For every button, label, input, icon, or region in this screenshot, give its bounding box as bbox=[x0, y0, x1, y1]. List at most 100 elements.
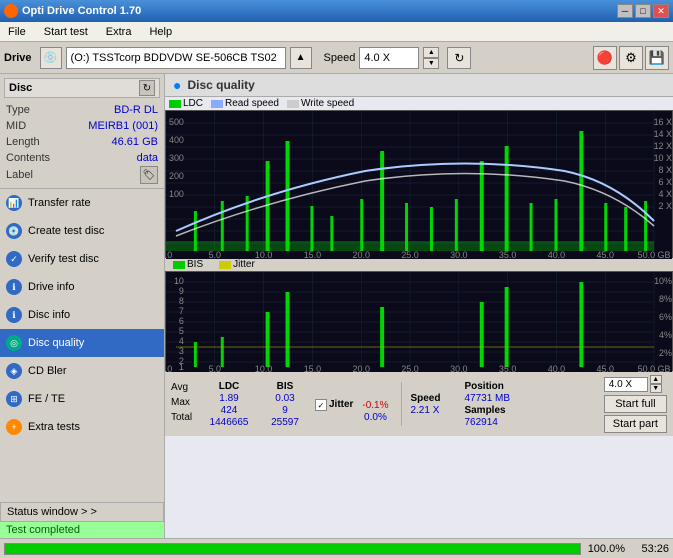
transfer-rate-icon: 📊 bbox=[6, 195, 22, 211]
disc-info-icon: ℹ bbox=[6, 307, 22, 323]
maximize-button[interactable]: □ bbox=[635, 4, 651, 18]
drive-select[interactable]: (O:) TSSTcorp BDDVDW SE-506CB TS02 bbox=[66, 47, 286, 69]
drivebar: Drive 💿 (O:) TSSTcorp BDDVDW SE-506CB TS… bbox=[0, 42, 673, 74]
speed-dropdown-arrow[interactable]: ▲ ▼ bbox=[650, 375, 662, 393]
sidebar-item-disc-info-label: Disc info bbox=[28, 309, 70, 321]
sidebar-item-transfer-rate-label: Transfer rate bbox=[28, 197, 91, 209]
stats-bis-total: 25597 bbox=[259, 417, 311, 428]
refresh-button[interactable]: ↻ bbox=[447, 47, 471, 69]
sidebar-menu: 📊 Transfer rate 💿 Create test disc ✓ Ver… bbox=[0, 189, 164, 502]
stats-total-label: Total bbox=[171, 412, 199, 426]
sidebar-item-transfer-rate[interactable]: 📊 Transfer rate bbox=[0, 189, 164, 217]
close-button[interactable]: ✕ bbox=[653, 4, 669, 18]
disc-label-button[interactable]: 🏷 bbox=[140, 166, 158, 184]
stats-bis-col: BIS 0.03 9 25597 bbox=[259, 381, 311, 428]
sidebar-item-drive-info-label: Drive info bbox=[28, 281, 74, 293]
svg-text:4%: 4% bbox=[659, 330, 672, 340]
start-part-button[interactable]: Start part bbox=[604, 415, 667, 433]
menu-file[interactable]: File bbox=[4, 25, 30, 39]
bis-chart: 10% 8% 6% 4% 2% 10 9 8 7 6 5 4 3 2 bbox=[165, 271, 673, 371]
toolbar-icons: 🔴 ⚙ 💾 bbox=[593, 46, 669, 70]
svg-text:400: 400 bbox=[169, 135, 184, 145]
create-test-disc-icon: 💿 bbox=[6, 223, 22, 239]
main-area: Disc ↻ Type BD-R DL MID MEIRB1 (001) Len… bbox=[0, 74, 673, 538]
legend-read-speed: Read speed bbox=[211, 98, 279, 109]
disc-type-label: Type bbox=[6, 102, 30, 118]
speed-spinner[interactable]: ▲ ▼ bbox=[423, 47, 439, 69]
stats-samples-header: Samples bbox=[464, 405, 534, 416]
disc-length-row: Length 46.61 GB bbox=[4, 134, 160, 150]
sidebar-item-cd-bler[interactable]: ◈ CD Bler bbox=[0, 357, 164, 385]
legend-bis: BIS bbox=[173, 259, 203, 270]
ldc-chart: 16 X 14 X 12 X 10 X 8 X 6 X 4 X 2 X 500 … bbox=[165, 110, 673, 258]
svg-text:8%: 8% bbox=[659, 294, 672, 304]
sidebar-item-verify-label: Verify test disc bbox=[28, 253, 99, 265]
disc-refresh-button[interactable]: ↻ bbox=[139, 80, 155, 96]
sidebar-item-disc-info[interactable]: ℹ Disc info bbox=[0, 301, 164, 329]
sidebar-item-extra-tests-label: Extra tests bbox=[28, 421, 80, 433]
bis-color-swatch bbox=[173, 261, 185, 269]
svg-text:30.0: 30.0 bbox=[450, 364, 467, 372]
jitter-checkbox[interactable]: ✓ bbox=[315, 399, 327, 411]
legend-write-speed: Write speed bbox=[287, 98, 354, 109]
statusbar: 100.0% 53:26 bbox=[0, 538, 673, 558]
chart-legend-top: LDC Read speed Write speed bbox=[165, 97, 673, 110]
sidebar-item-disc-quality[interactable]: ◎ Disc quality bbox=[0, 329, 164, 357]
speed-down-button[interactable]: ▼ bbox=[423, 58, 439, 69]
svg-text:6%: 6% bbox=[659, 312, 672, 322]
stats-ldc-total: 1446665 bbox=[203, 417, 255, 428]
stats-ldc-col: LDC 1.89 424 1446665 bbox=[203, 381, 255, 428]
speed-dropdown[interactable]: 4.0 X bbox=[604, 377, 648, 392]
stats-position-header: Position bbox=[464, 381, 534, 392]
save-button[interactable]: 💾 bbox=[645, 46, 669, 70]
sidebar-item-fe-te[interactable]: ⊞ FE / TE bbox=[0, 385, 164, 413]
svg-text:25.0: 25.0 bbox=[401, 250, 418, 259]
stats-area: Avg Max Total LDC 1.89 424 1446665 BIS 0… bbox=[165, 371, 673, 436]
disc-length-label: Length bbox=[6, 134, 40, 150]
menu-extra[interactable]: Extra bbox=[102, 25, 136, 39]
sidebar-item-verify-test-disc[interactable]: ✓ Verify test disc bbox=[0, 245, 164, 273]
speed-up-button[interactable]: ▲ bbox=[423, 47, 439, 58]
svg-text:8 X: 8 X bbox=[659, 165, 672, 175]
bis-chart-svg: 10% 8% 6% 4% 2% 10 9 8 7 6 5 4 3 2 bbox=[166, 272, 672, 372]
verify-test-disc-icon: ✓ bbox=[6, 251, 22, 267]
drive-label: Drive bbox=[4, 52, 32, 64]
menubar: File Start test Extra Help bbox=[0, 22, 673, 42]
svg-text:5.0: 5.0 bbox=[209, 250, 221, 259]
svg-text:8: 8 bbox=[179, 296, 184, 306]
svg-text:0.0: 0.0 bbox=[166, 250, 172, 259]
svg-text:300: 300 bbox=[169, 153, 184, 163]
menu-start-test[interactable]: Start test bbox=[40, 25, 92, 39]
speed-up[interactable]: ▲ bbox=[650, 375, 662, 384]
progress-percent: 100.0% bbox=[585, 543, 625, 555]
titlebar-left: Opti Drive Control 1.70 bbox=[4, 4, 141, 18]
record-button[interactable]: 🔴 bbox=[593, 46, 617, 70]
menu-help[interactable]: Help bbox=[145, 25, 176, 39]
disc-length-value: 46.61 GB bbox=[112, 134, 158, 150]
settings-button[interactable]: ⚙ bbox=[619, 46, 643, 70]
sidebar-item-drive-info[interactable]: ℹ Drive info bbox=[0, 273, 164, 301]
svg-text:3: 3 bbox=[179, 346, 184, 356]
disc-contents-row: Contents data bbox=[4, 150, 160, 166]
svg-text:12 X: 12 X bbox=[654, 141, 672, 151]
disc-label-row: Label 🏷 bbox=[4, 166, 160, 184]
svg-text:10.0: 10.0 bbox=[255, 250, 272, 259]
status-window-button[interactable]: Status window > > bbox=[0, 502, 164, 522]
stats-position-val: 47731 MB bbox=[464, 393, 534, 404]
stats-ldc-max: 424 bbox=[203, 405, 255, 416]
stats-ldc-avg: 1.89 bbox=[203, 393, 255, 404]
chart-legend-bottom: BIS Jitter bbox=[165, 258, 673, 271]
disc-mid-label: MID bbox=[6, 118, 26, 134]
speed-down[interactable]: ▼ bbox=[650, 384, 662, 393]
svg-text:5.0: 5.0 bbox=[209, 364, 221, 372]
start-full-button[interactable]: Start full bbox=[604, 395, 667, 413]
sidebar-item-cd-bler-label: CD Bler bbox=[28, 365, 67, 377]
speed-select[interactable]: 4.0 X bbox=[359, 47, 419, 69]
svg-text:10.0: 10.0 bbox=[255, 364, 272, 372]
sidebar-item-create-test-disc[interactable]: 💿 Create test disc bbox=[0, 217, 164, 245]
sidebar-item-disc-quality-label: Disc quality bbox=[28, 337, 84, 349]
drive-eject-button[interactable]: ▲ bbox=[290, 47, 312, 69]
minimize-button[interactable]: ─ bbox=[617, 4, 633, 18]
svg-text:40.0: 40.0 bbox=[548, 250, 565, 259]
sidebar-item-extra-tests[interactable]: + Extra tests bbox=[0, 413, 164, 441]
